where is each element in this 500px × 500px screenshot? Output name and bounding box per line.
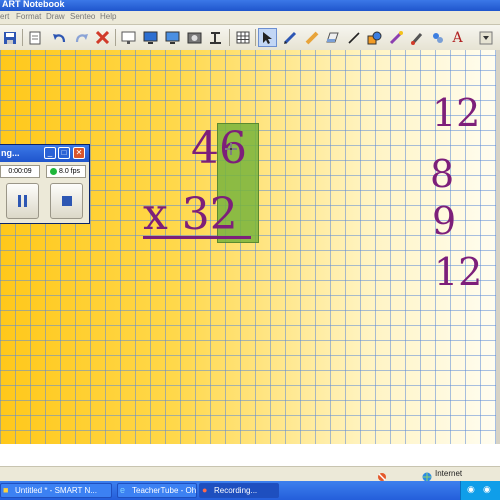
screen-shade-icon[interactable] — [119, 28, 138, 47]
menu-bar: ert Format Draw Senteo Help — [0, 11, 500, 25]
problem-underline — [143, 236, 251, 239]
tray-icon[interactable]: ◉ — [467, 484, 475, 495]
document-camera-icon[interactable] — [206, 28, 225, 47]
grid-background — [0, 50, 496, 444]
menu-senteo[interactable]: Senteo — [70, 12, 95, 21]
recording-time: 0:00:09 — [0, 165, 40, 178]
eraser-icon[interactable] — [323, 28, 342, 47]
side-number-2[interactable]: 8 — [430, 155, 454, 193]
move-cursor-icon — [225, 142, 237, 160]
recording-fps: 8.0 fps — [46, 165, 86, 178]
side-number-4[interactable]: 12 — [434, 253, 482, 291]
menu-insert[interactable]: ert — [0, 12, 9, 21]
pen-icon[interactable] — [280, 28, 299, 47]
text-icon[interactable]: A — [448, 28, 467, 47]
tray-icon-2[interactable]: ◉ — [483, 484, 491, 495]
fill-icon[interactable] — [407, 28, 426, 47]
highlighter-icon[interactable] — [302, 28, 321, 47]
window-title-bar: ART Notebook — [0, 0, 500, 11]
recorder-title: ng... — [1, 148, 20, 158]
page-icon[interactable] — [26, 28, 45, 47]
menu-draw[interactable]: Draw — [46, 12, 65, 21]
taskbar: ■ Untitled * - SMART N... e TeacherTube … — [0, 481, 500, 500]
browser-status-bar: Internet — [0, 466, 500, 482]
recording-icon: ● — [202, 485, 208, 495]
pause-icon — [17, 195, 27, 207]
multiplicand[interactable]: 46 — [191, 127, 247, 171]
internet-zone-label: Internet — [435, 469, 463, 478]
ie-icon: e — [120, 485, 126, 495]
redo-icon[interactable] — [72, 28, 91, 47]
more-icon[interactable] — [476, 28, 495, 47]
vertical-scrollbar[interactable] — [496, 50, 500, 444]
recorder-title-bar[interactable]: ng... _ □ ✕ — [0, 145, 89, 162]
minimize-icon[interactable]: _ — [44, 147, 56, 159]
side-number-1[interactable]: 12 — [432, 94, 480, 132]
undo-icon[interactable] — [50, 28, 69, 47]
shape-icon[interactable] — [365, 28, 384, 47]
task-smart-notebook[interactable]: ■ Untitled * - SMART N... — [0, 483, 112, 498]
delete-icon[interactable] — [93, 28, 112, 47]
system-tray: ◉ ◉ — [460, 481, 500, 500]
side-number-3[interactable]: 9 — [432, 202, 456, 240]
table-icon[interactable] — [233, 28, 252, 47]
status-dot-icon — [50, 168, 57, 175]
camera-icon[interactable] — [185, 28, 204, 47]
stop-icon — [61, 196, 72, 206]
line-icon[interactable] — [344, 28, 363, 47]
monitor-2-icon[interactable] — [163, 28, 182, 47]
properties-icon[interactable] — [428, 28, 447, 47]
smart-notebook-icon: ■ — [3, 485, 9, 495]
magic-pen-icon[interactable] — [386, 28, 405, 47]
multiplier[interactable]: x 32 — [143, 193, 238, 237]
monitor-icon[interactable] — [141, 28, 160, 47]
task-teachertube[interactable]: e TeacherTube - Ohio ... — [117, 483, 197, 498]
stop-button[interactable] — [50, 183, 83, 219]
save-icon[interactable] — [0, 28, 19, 47]
task-recording[interactable]: ● Recording... — [199, 483, 279, 498]
recorder-window: ng... _ □ ✕ 0:00:09 8.0 fps — [0, 144, 90, 224]
window-title: ART Notebook — [2, 0, 65, 9]
whiteboard-canvas[interactable] — [0, 50, 496, 444]
pause-button[interactable] — [6, 183, 39, 219]
menu-format[interactable]: Format — [16, 12, 41, 21]
select-icon[interactable] — [258, 28, 277, 47]
toolbar: A — [0, 25, 500, 51]
menu-help[interactable]: Help — [100, 12, 116, 21]
close-icon[interactable]: ✕ — [73, 147, 85, 159]
maximize-icon[interactable]: □ — [58, 147, 70, 159]
